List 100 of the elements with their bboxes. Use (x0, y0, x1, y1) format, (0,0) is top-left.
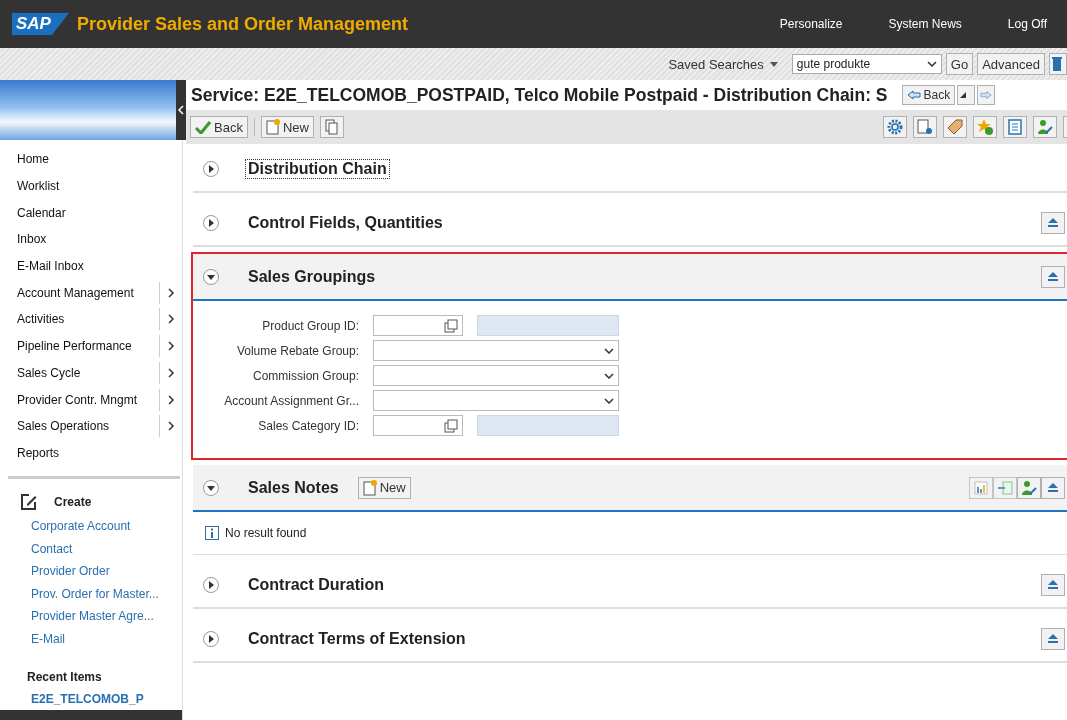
history-dropdown-button[interactable] (957, 85, 976, 105)
trash-icon (1052, 57, 1062, 71)
add-favorite-button[interactable] (973, 116, 997, 138)
new-note-button[interactable]: New (357, 476, 411, 499)
expand-toggle-icon[interactable] (203, 214, 219, 231)
delete-button[interactable] (1049, 53, 1067, 75)
create-link[interactable]: Provider Master Agre... (20, 605, 182, 628)
create-link[interactable]: Prov. Order for Master... (20, 582, 182, 606)
section-title[interactable]: Contract Duration (245, 574, 387, 595)
eject-button[interactable] (1041, 476, 1065, 499)
nav-item[interactable]: Sales Cycle (0, 365, 159, 380)
nav-item[interactable]: E-Mail Inbox (0, 259, 182, 274)
left-arrow-icon (906, 90, 921, 100)
nav-item[interactable]: Activities (0, 312, 159, 327)
saved-searches-menu[interactable]: Saved Searches (668, 56, 778, 72)
checkmark-icon (195, 120, 211, 134)
section-title[interactable]: Control Fields, Quantities (245, 212, 446, 233)
nav-item[interactable]: Sales Operations (0, 419, 159, 434)
collapse-sidebar-handle[interactable] (176, 80, 186, 140)
expand-toggle-icon[interactable] (203, 268, 219, 285)
eject-button[interactable] (1041, 211, 1065, 234)
eject-button[interactable] (1041, 627, 1065, 650)
no-result-message: No result found (225, 526, 307, 540)
create-link[interactable]: Provider Order (20, 560, 182, 583)
nav-item[interactable]: Home (0, 152, 182, 167)
chevron-icon (604, 347, 614, 354)
create-heading: Create (54, 495, 92, 510)
go-button[interactable]: Go (945, 53, 974, 75)
personalize-button[interactable] (1017, 476, 1041, 499)
dropdown-field[interactable] (373, 390, 619, 411)
settings-button[interactable] (883, 116, 907, 138)
app-title: Provider Sales and Order Management (76, 13, 409, 35)
logo: SAP (12, 13, 69, 35)
nav-item[interactable]: Calendar (0, 205, 182, 220)
field-label: Account Assignment Gr... (223, 393, 359, 408)
expand-toggle-icon[interactable] (203, 576, 219, 593)
tag-button[interactable] (943, 116, 967, 138)
nav-item[interactable]: Account Management (0, 285, 159, 300)
input-field[interactable] (373, 415, 463, 436)
section-title[interactable]: Sales Notes (245, 477, 342, 498)
right-arrow-icon (980, 90, 993, 100)
nav-item[interactable]: Provider Contr. Mngmt (0, 392, 159, 407)
history-back-button[interactable]: Back (901, 85, 956, 105)
personalize-button[interactable] (1033, 116, 1057, 138)
table-arrow-icon (997, 480, 1013, 495)
nav-item[interactable]: Worklist (0, 179, 182, 194)
value-help-icon (444, 318, 458, 333)
field-label: Volume Rebate Group: (235, 343, 359, 358)
eject-icon (1048, 580, 1058, 589)
field-label: Sales Category ID: (257, 418, 359, 433)
notes-button[interactable] (1003, 116, 1027, 138)
eject-icon (1048, 272, 1058, 281)
nav-item[interactable]: Reports (0, 445, 182, 460)
chevron-icon (604, 372, 614, 379)
page-title: Service: E2E_TELCOMOB_POSTPAID, Telco Mobile Postpaid - Distribution Chain: S (191, 84, 888, 106)
person-wrench-icon (1037, 119, 1053, 135)
section-title[interactable]: Distribution Chain (245, 158, 390, 179)
section-title[interactable]: Sales Groupings (245, 266, 379, 287)
edit-icon (20, 493, 38, 512)
recent-item-link[interactable]: E2E_TELCOMOB_P (27, 692, 182, 707)
dropdown-field[interactable] (373, 365, 619, 386)
chevron-icon (604, 397, 614, 404)
new-button[interactable]: New (260, 116, 314, 138)
expand-toggle-icon[interactable] (203, 479, 219, 496)
create-link[interactable]: Corporate Account (20, 515, 182, 538)
star-plus-icon (977, 119, 993, 135)
create-link[interactable]: E-Mail (20, 627, 182, 651)
page-settings-button[interactable] (913, 116, 937, 138)
eject-icon (1048, 218, 1058, 227)
tag-icon (947, 119, 963, 135)
nav-item[interactable]: Inbox (0, 232, 182, 247)
expand-toggle-icon[interactable] (203, 160, 219, 177)
header-link[interactable]: System News (888, 17, 962, 31)
new-document-icon (265, 119, 280, 135)
field-label: Commission Group: (251, 368, 359, 383)
value-help-icon (444, 418, 458, 433)
section-title[interactable]: Contract Terms of Extension (245, 628, 469, 649)
nav-item[interactable]: Pipeline Performance (0, 339, 159, 354)
chart-button[interactable] (969, 476, 993, 499)
caret-icon (960, 92, 967, 98)
advanced-button[interactable]: Advanced (977, 53, 1045, 75)
create-link[interactable]: Contact (20, 537, 182, 561)
copy-button[interactable] (319, 116, 344, 138)
expand-toggle-icon[interactable] (203, 630, 219, 647)
eject-button[interactable] (1041, 265, 1065, 288)
page-gear-icon (917, 119, 933, 135)
dropdown-field[interactable] (373, 340, 619, 361)
input-field[interactable] (373, 315, 463, 336)
export-button[interactable] (993, 476, 1017, 499)
chevron-icon (926, 61, 937, 67)
copy-icon (324, 119, 339, 135)
recent-items-heading: Recent Items (27, 670, 103, 685)
header-link[interactable]: Log Off (1007, 17, 1047, 31)
info-icon (205, 526, 219, 540)
saved-search-dropdown[interactable]: gute produkte (791, 54, 942, 74)
caret-icon (769, 61, 778, 67)
header-link[interactable]: Personalize (779, 17, 843, 31)
new-document-icon (362, 479, 377, 496)
back-button[interactable]: Back (190, 116, 248, 138)
eject-button[interactable] (1041, 573, 1065, 596)
